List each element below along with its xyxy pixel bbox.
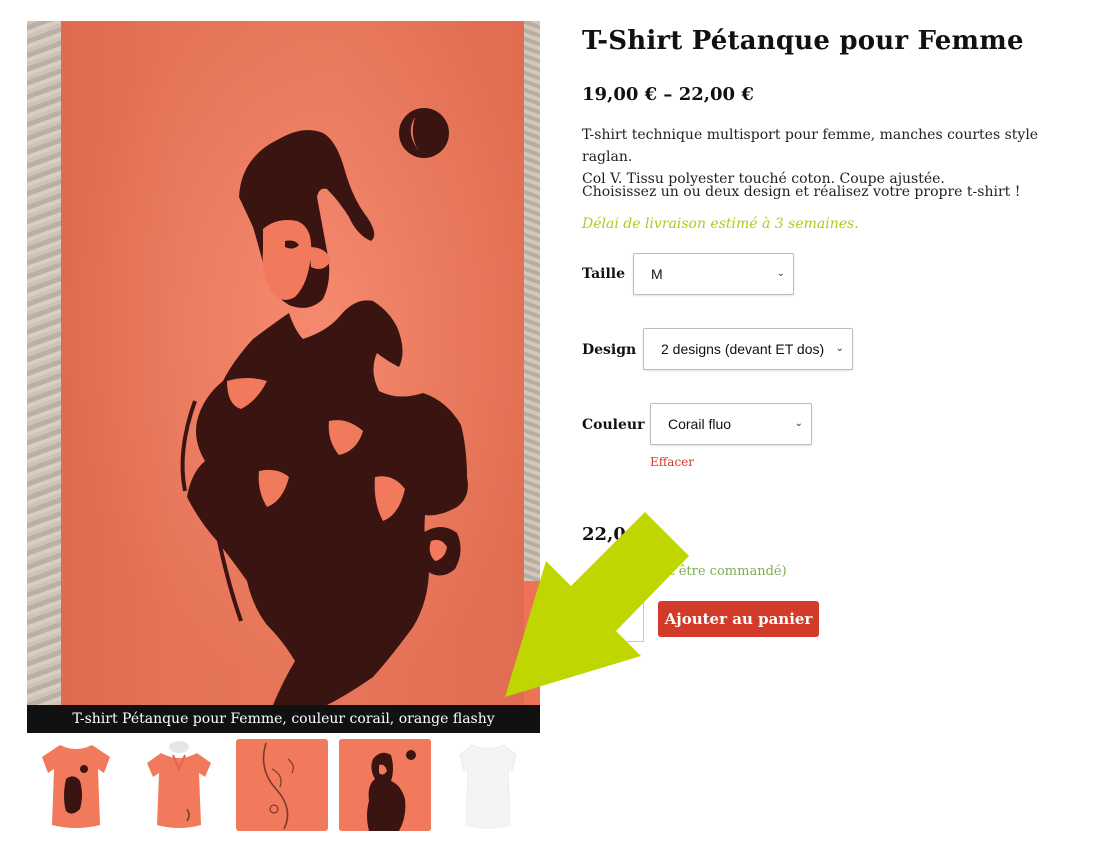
add-to-cart-button[interactable]: Ajouter au panier bbox=[658, 601, 819, 637]
design-select-value: 2 designs (devant ET dos) bbox=[661, 341, 825, 357]
description-paragraph-2: Choisissez un ou deux design et réalisez… bbox=[582, 184, 1021, 200]
thumbnail-print-closeup[interactable] bbox=[339, 739, 431, 831]
product-main-image[interactable] bbox=[27, 21, 540, 705]
thumbnail-front-print[interactable] bbox=[30, 739, 122, 831]
size-select[interactable]: M ⌄ bbox=[633, 253, 794, 295]
color-select[interactable]: Corail fluo ⌄ bbox=[650, 403, 812, 445]
tshirt-thumb-image bbox=[442, 739, 534, 831]
petanque-player-print bbox=[180, 108, 468, 705]
thumbnail-white[interactable] bbox=[442, 739, 534, 831]
size-label: Taille bbox=[582, 266, 626, 282]
thumbnail-back-design[interactable] bbox=[236, 739, 328, 831]
variation-price: 22,0 bbox=[582, 524, 626, 545]
design-select[interactable]: 2 designs (devant ET dos) ⌄ bbox=[643, 328, 853, 370]
price-range: 19,00 € – 22,00 € bbox=[582, 84, 754, 105]
color-select-value: Corail fluo bbox=[668, 416, 732, 432]
chevron-down-icon: ⌄ bbox=[776, 268, 785, 279]
quantity-input[interactable] bbox=[582, 598, 644, 642]
chevron-down-icon: ⌄ bbox=[835, 343, 844, 354]
tshirt-thumb-image bbox=[133, 739, 225, 831]
tshirt-thumb-image bbox=[30, 739, 122, 831]
design-label: Design bbox=[582, 342, 637, 358]
image-caption: T-shirt Pétanque pour Femme, couleur cor… bbox=[27, 705, 540, 733]
size-select-value: M bbox=[651, 266, 663, 282]
stock-status: ut être commandé) bbox=[661, 564, 787, 579]
reset-variations-link[interactable]: Effacer bbox=[650, 455, 694, 469]
thumbnail-plain-front[interactable] bbox=[133, 739, 225, 831]
color-label: Couleur bbox=[582, 417, 645, 433]
chevron-down-icon: ⌄ bbox=[794, 418, 803, 429]
description-line-1: T-shirt technique multisport pour femme,… bbox=[582, 127, 1039, 165]
tshirt-thumb-image bbox=[236, 739, 328, 831]
tshirt-thumb-image bbox=[339, 739, 431, 831]
delivery-note: Délai de livraison estimé à 3 semaines. bbox=[582, 216, 859, 232]
product-title: T-Shirt Pétanque pour Femme bbox=[582, 26, 1024, 56]
